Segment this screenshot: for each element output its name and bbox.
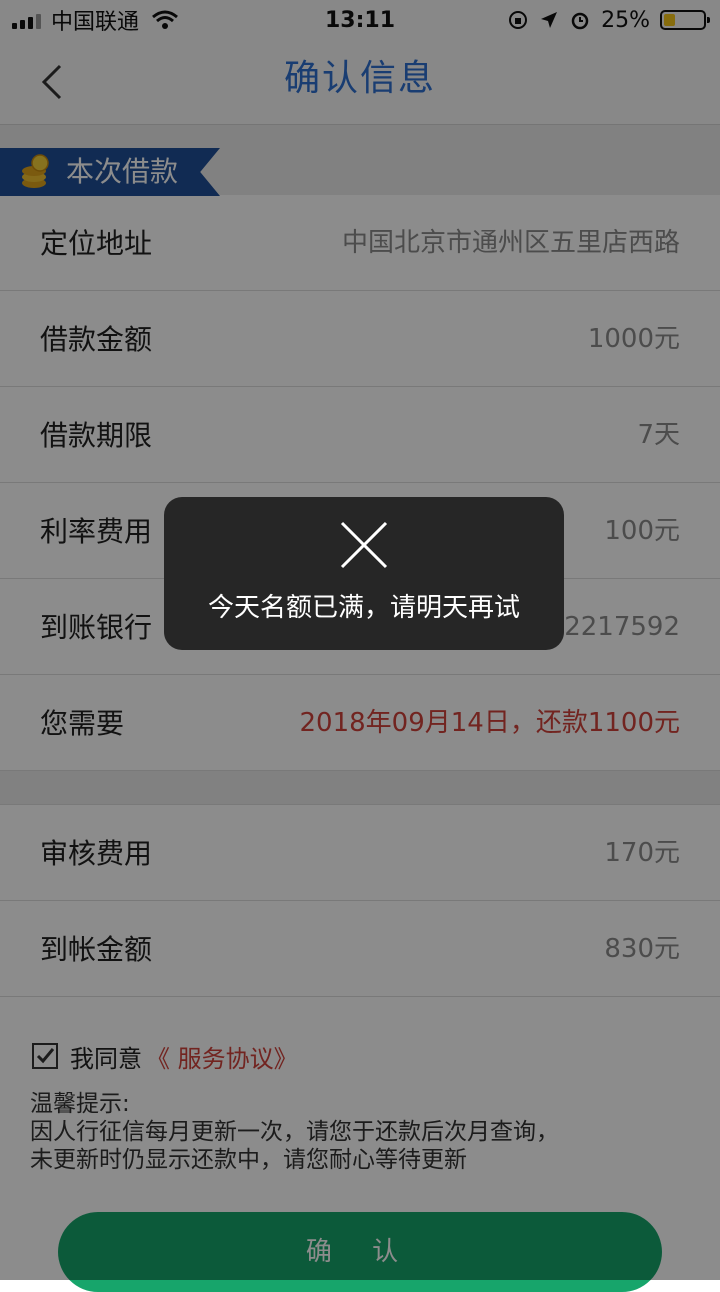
close-icon (340, 521, 388, 569)
toast-message: 今天名额已满，请明天再试 (207, 593, 520, 623)
error-toast: 今天名额已满，请明天再试 (164, 497, 564, 650)
